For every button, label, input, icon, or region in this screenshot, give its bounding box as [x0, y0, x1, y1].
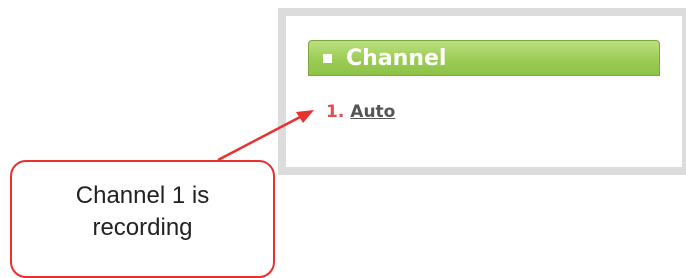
callout-text: Channel 1 is recording: [75, 181, 210, 241]
channel-panel: [278, 8, 686, 175]
channel-list-item: 1. Auto: [326, 102, 395, 122]
square-bullet-icon: [323, 53, 332, 63]
channel-link-auto[interactable]: Auto: [350, 102, 395, 122]
channel-header: Channel: [308, 40, 660, 76]
channel-number: 1.: [326, 102, 345, 122]
channel-header-title: Channel: [346, 45, 447, 71]
annotation-callout: Channel 1 is recording: [10, 160, 275, 278]
